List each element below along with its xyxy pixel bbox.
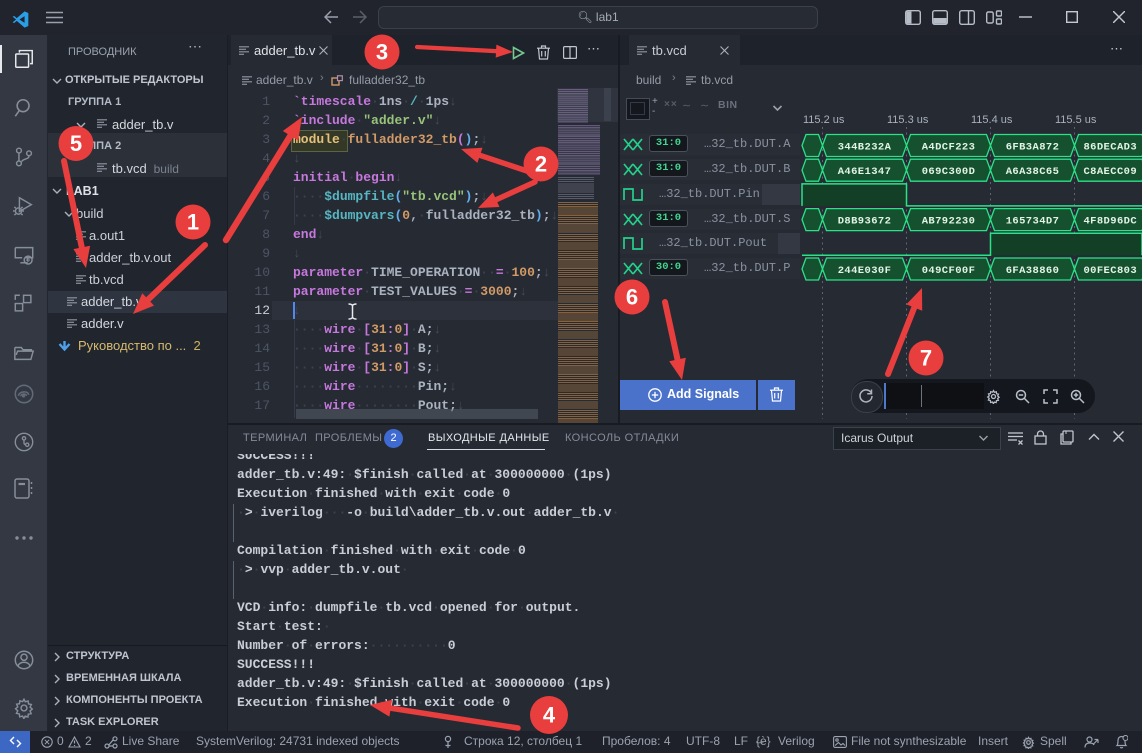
svg-text:C8AECC09: C8AECC09 (1083, 166, 1137, 178)
svg-text:244E030F: 244E030F (838, 265, 892, 277)
svg-text:D8B93672: D8B93672 (838, 215, 892, 227)
svg-text:00FEC803: 00FEC803 (1083, 265, 1137, 277)
svg-text:049CF00F: 049CF00F (922, 265, 976, 277)
svg-text:6FB3A872: 6FB3A872 (1006, 141, 1060, 153)
svg-text:4F8D96DC: 4F8D96DC (1083, 215, 1137, 227)
svg-text:AB792230: AB792230 (922, 215, 976, 227)
svg-text:A6A38C65: A6A38C65 (1006, 166, 1060, 178)
svg-text:165734D7: 165734D7 (1006, 215, 1060, 227)
svg-text:344B232A: 344B232A (838, 141, 892, 153)
svg-text:069C300D: 069C300D (922, 166, 976, 178)
svg-text:A46E1347: A46E1347 (838, 166, 892, 178)
svg-text:A4DCF223: A4DCF223 (922, 141, 976, 153)
svg-text:86DECAD3: 86DECAD3 (1083, 141, 1137, 153)
svg-text:6FA38860: 6FA38860 (1006, 265, 1060, 277)
